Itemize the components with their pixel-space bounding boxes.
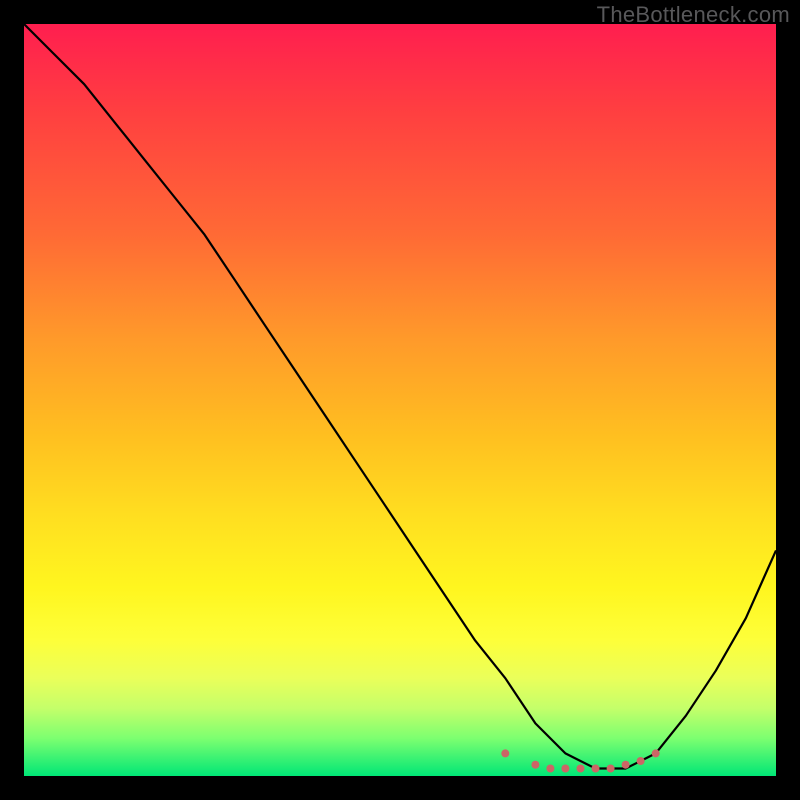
trough-marker <box>531 761 539 769</box>
trough-marker <box>501 749 509 757</box>
trough-marker <box>652 749 660 757</box>
trough-marker <box>561 765 569 773</box>
chart-svg <box>24 24 776 776</box>
bottleneck-curve <box>24 24 776 769</box>
trough-marker <box>607 765 615 773</box>
chart-canvas: TheBottleneck.com <box>0 0 800 800</box>
trough-marker <box>592 765 600 773</box>
plot-area <box>24 24 776 776</box>
trough-marker <box>577 765 585 773</box>
trough-marker <box>637 757 645 765</box>
trough-marker <box>622 761 630 769</box>
watermark-text: TheBottleneck.com <box>597 2 790 28</box>
trough-marker <box>546 765 554 773</box>
